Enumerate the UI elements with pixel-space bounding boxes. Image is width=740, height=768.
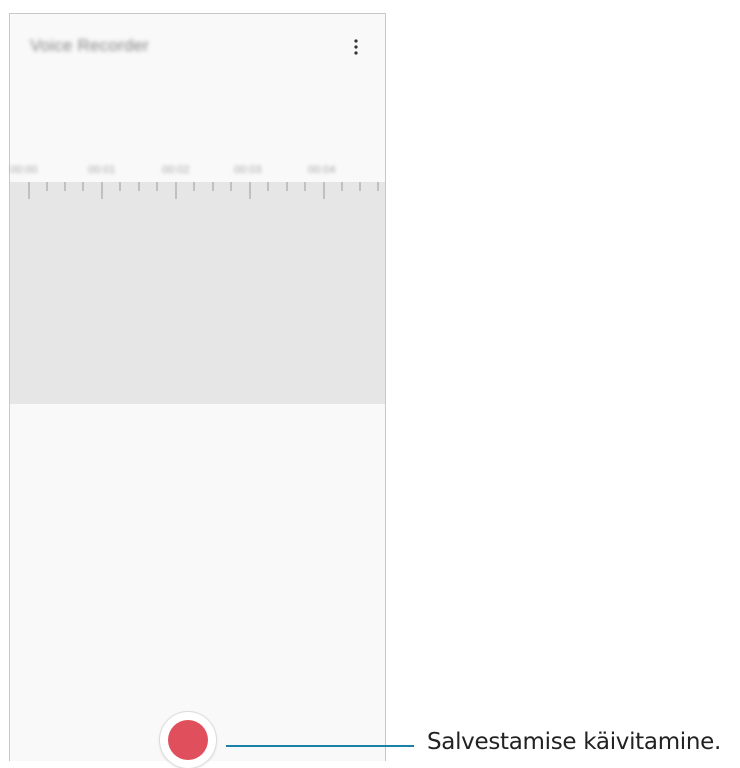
record-button[interactable] — [160, 712, 216, 768]
more-vertical-icon[interactable] — [348, 38, 364, 56]
phone-screen: Voice Recorder 00:00 00:01 00:02 00:03 0… — [9, 13, 386, 761]
waveform-area — [10, 182, 385, 404]
timeline-ruler — [10, 179, 385, 205]
record-icon — [168, 720, 208, 760]
timeline-label: 00:04 — [308, 164, 336, 176]
callout-line — [226, 745, 414, 747]
timeline-label: 00:00 — [10, 164, 38, 176]
timeline-label: 00:02 — [162, 164, 190, 176]
callout-label: Salvestamise käivitamine. — [427, 729, 722, 755]
app-title: Voice Recorder — [30, 36, 150, 55]
timeline-label: 00:03 — [234, 164, 262, 176]
timeline-labels: 00:00 00:01 00:02 00:03 00:04 — [10, 164, 385, 178]
timeline-label: 00:01 — [88, 164, 116, 176]
